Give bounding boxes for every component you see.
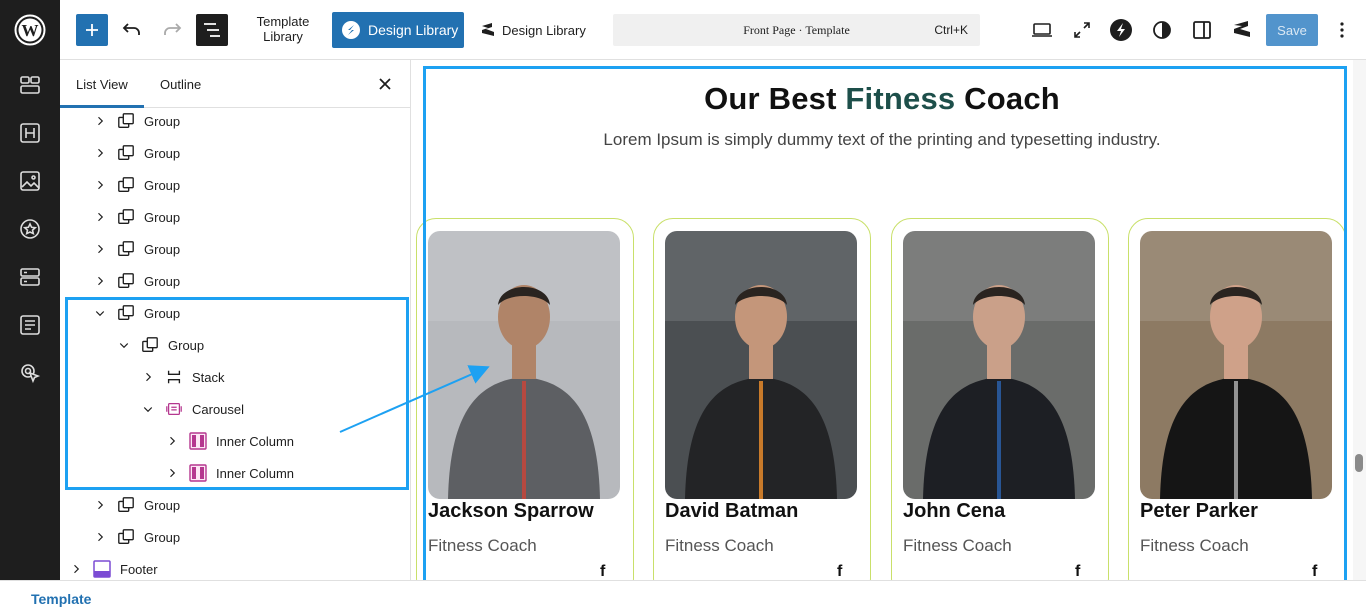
- spectra-logo-icon: [342, 21, 360, 39]
- tree-row-label: Group: [144, 273, 181, 289]
- chevron-right-icon[interactable]: [92, 209, 108, 225]
- stackable-logo-icon: [482, 23, 494, 36]
- tree-row-group[interactable]: Group: [92, 489, 180, 521]
- editor-footer: Template: [0, 580, 1366, 615]
- breadcrumb-template[interactable]: Template: [31, 591, 91, 607]
- template-library-button[interactable]: Template Library: [246, 14, 320, 44]
- save-button[interactable]: Save: [1266, 14, 1318, 46]
- chevron-right-icon[interactable]: [92, 529, 108, 545]
- chevron-right-icon[interactable]: [92, 273, 108, 289]
- selected-block-frame: [423, 66, 1347, 580]
- tree-row-group[interactable]: Group: [92, 137, 180, 169]
- admin-sidebar: W: [0, 0, 60, 580]
- heading-block-icon[interactable]: [19, 122, 41, 144]
- tree-row-label: Group: [144, 241, 181, 257]
- editor-toolbar: Template Library Design Library Design L…: [60, 0, 1366, 60]
- post-content-icon[interactable]: [19, 314, 41, 336]
- group-icon: [116, 143, 136, 163]
- design-library-button-active[interactable]: Design Library: [332, 12, 464, 48]
- cursor-click-icon[interactable]: [19, 362, 41, 384]
- editor-canvas: Our Best Fitness Coach Lorem Ipsum is si…: [411, 60, 1353, 580]
- footer-icon: [92, 559, 112, 579]
- image-block-icon[interactable]: [19, 170, 41, 192]
- keyboard-shortcut: Ctrl+K: [934, 23, 968, 37]
- template-library-label: Template Library: [256, 14, 310, 44]
- undo-icon[interactable]: [120, 18, 144, 42]
- wordpress-logo-icon[interactable]: W: [14, 14, 46, 46]
- design-library-button[interactable]: Design Library: [480, 18, 586, 42]
- canvas-scrollbar[interactable]: [1353, 60, 1366, 580]
- tree-row-group[interactable]: Group: [92, 265, 180, 297]
- document-title: Front Page · Template: [743, 23, 850, 37]
- group-icon: [116, 239, 136, 259]
- group-icon: [116, 111, 136, 131]
- design-library-label: Design Library: [368, 22, 459, 38]
- group-icon: [116, 175, 136, 195]
- desktop-preview-icon[interactable]: [1030, 18, 1054, 42]
- settings-sidebar-icon[interactable]: [1190, 18, 1214, 42]
- tree-row-label: Group: [144, 145, 181, 161]
- group-icon: [116, 207, 136, 227]
- chevron-right-icon[interactable]: [68, 561, 84, 577]
- tab-outline[interactable]: Outline: [160, 77, 201, 92]
- design-library-plain-label: Design Library: [502, 22, 586, 38]
- tree-row-group[interactable]: Group: [92, 169, 180, 201]
- star-badge-icon[interactable]: [19, 218, 41, 240]
- command-palette-bar[interactable]: Front Page · Template Ctrl+K: [613, 14, 980, 46]
- panel-tabs: List View Outline: [60, 60, 410, 108]
- list-view-icon: [204, 23, 220, 37]
- selection-highlight: [65, 297, 409, 490]
- tree-row-label: Group: [144, 529, 181, 545]
- close-icon[interactable]: [378, 77, 392, 91]
- styles-contrast-icon[interactable]: [1150, 18, 1174, 42]
- tree-row-label: Footer: [120, 561, 158, 577]
- patterns-icon[interactable]: [19, 74, 41, 96]
- document-overview-button[interactable]: [196, 14, 228, 46]
- chevron-right-icon[interactable]: [92, 177, 108, 193]
- tree-row-footer[interactable]: Footer: [68, 553, 158, 580]
- tree-row-label: Group: [144, 209, 181, 225]
- chevron-right-icon[interactable]: [92, 113, 108, 129]
- layout-sections-icon[interactable]: [19, 266, 41, 288]
- tree-row-group[interactable]: Group: [92, 105, 180, 137]
- tree-row-group[interactable]: Group: [92, 201, 180, 233]
- redo-icon[interactable]: [160, 18, 184, 42]
- group-icon: [116, 527, 136, 547]
- chevron-right-icon[interactable]: [92, 145, 108, 161]
- group-icon: [116, 495, 136, 515]
- chevron-right-icon[interactable]: [92, 497, 108, 513]
- tab-list-view[interactable]: List View: [76, 77, 128, 92]
- svg-text:W: W: [22, 21, 39, 40]
- scrollbar-thumb[interactable]: [1355, 454, 1363, 472]
- add-block-button[interactable]: [76, 14, 108, 46]
- chevron-right-icon[interactable]: [92, 241, 108, 257]
- expand-icon[interactable]: [1070, 18, 1094, 42]
- stackable-settings-icon[interactable]: [1230, 18, 1254, 42]
- spectra-settings-icon[interactable]: [1109, 18, 1133, 42]
- tree-row-label: Group: [144, 113, 181, 129]
- list-view-panel: List View Outline Group Group Group Group Gr…: [60, 60, 411, 580]
- tree-row-group[interactable]: Group: [92, 521, 180, 553]
- tree-row-label: Group: [144, 177, 181, 193]
- group-icon: [116, 271, 136, 291]
- plus-icon: [86, 24, 98, 36]
- more-options-icon[interactable]: [1330, 18, 1354, 42]
- tree-row-group[interactable]: Group: [92, 233, 180, 265]
- tree-row-label: Group: [144, 497, 181, 513]
